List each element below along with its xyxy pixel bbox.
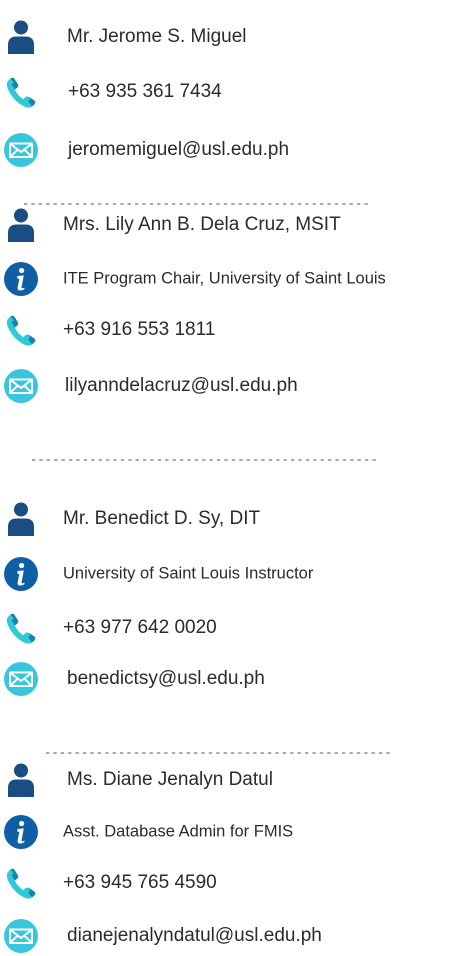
person-icon — [3, 501, 39, 537]
mail-icon — [3, 368, 39, 404]
person-icon — [3, 19, 39, 55]
contact-role: ITE Program Chair, University of Saint L… — [63, 269, 386, 288]
person-icon — [3, 762, 39, 798]
mail-icon — [3, 918, 39, 954]
contact-role: Asst. Database Admin for FMIS — [63, 822, 294, 841]
contact-email[interactable]: benedictsy@usl.edu.ph — [67, 668, 265, 690]
contact-email[interactable]: lilyanndelacruz@usl.edu.ph — [65, 375, 298, 397]
phone-icon — [3, 610, 39, 646]
contact-email[interactable]: dianejenalyndatul@usl.edu.ph — [67, 925, 322, 947]
divider: ----------------------------------------… — [22, 197, 370, 211]
phone-icon — [3, 865, 39, 901]
phone-icon — [3, 312, 39, 348]
contact-role: University of Saint Louis Instructor — [63, 564, 314, 583]
contact-email[interactable]: jeromemiguel@usl.edu.ph — [68, 139, 289, 161]
divider: ----------------------------------------… — [44, 746, 392, 760]
contact-phone[interactable]: +63 977 642 0020 — [63, 617, 217, 639]
contact-phone[interactable]: +63 935 361 7434 — [68, 81, 222, 103]
phone-icon — [3, 74, 39, 110]
contact-name: Ms. Diane Jenalyn Datul — [67, 769, 273, 790]
person-icon — [3, 207, 39, 243]
divider: ----------------------------------------… — [30, 453, 378, 467]
info-icon — [3, 814, 39, 850]
info-icon — [3, 261, 39, 297]
contact-phone[interactable]: +63 945 765 4590 — [63, 872, 217, 894]
mail-icon — [3, 132, 39, 168]
contact-name: Mr. Jerome S. Miguel — [67, 26, 247, 47]
contact-name: Mrs. Lily Ann B. Dela Cruz, MSIT — [63, 214, 341, 235]
mail-icon — [3, 661, 39, 697]
info-icon — [3, 556, 39, 592]
contact-name: Mr. Benedict D. Sy, DIT — [63, 508, 261, 529]
contact-phone[interactable]: +63 916 553 1811 — [63, 319, 215, 341]
